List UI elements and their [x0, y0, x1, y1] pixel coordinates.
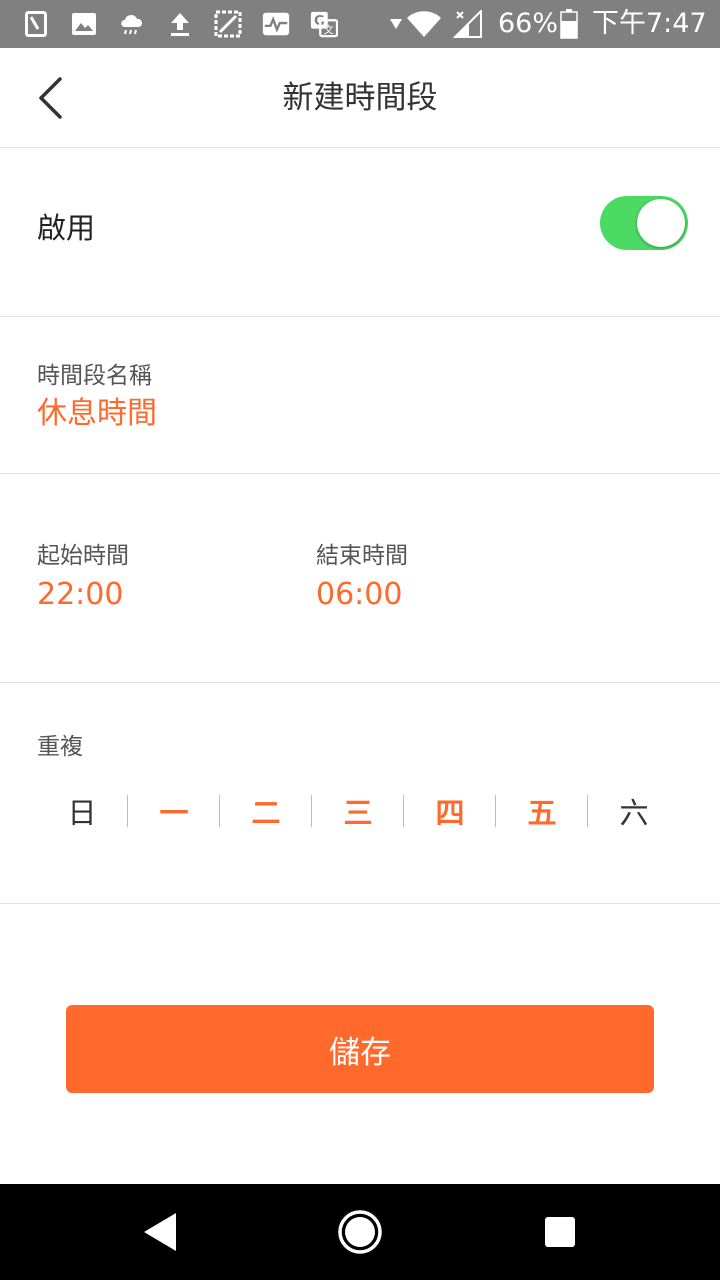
data-arrow-icon: [388, 10, 404, 38]
activity-icon: [262, 10, 290, 38]
translate-icon: G文: [310, 10, 338, 38]
day-wed[interactable]: 三: [312, 789, 404, 833]
screen: G文 66% 下午7:47 新建時間段 啟用 時間段名稱 休息時間 起始時間 2…: [0, 0, 720, 1280]
day-fri[interactable]: 五: [496, 789, 588, 833]
cloud-rain-icon: [118, 10, 146, 38]
day-sun[interactable]: 日: [36, 789, 128, 833]
name-value[interactable]: 休息時間: [37, 395, 157, 433]
day-label: 四: [435, 796, 465, 830]
day-sat[interactable]: 六: [588, 789, 680, 833]
status-bar: G文 66% 下午7:47: [0, 0, 720, 48]
day-label: 五: [527, 796, 557, 830]
end-time-label: 結束時間: [316, 543, 408, 569]
header: 新建時間段: [0, 48, 720, 148]
wifi-icon: [406, 10, 442, 38]
day-selector: 日 一 二 三 四 五 六: [36, 789, 680, 833]
clock: 下午7:47: [592, 8, 707, 39]
day-label: 二: [251, 796, 281, 830]
repeat-row: 重複 日 一 二 三 四 五 六: [0, 683, 720, 904]
nav-home-button[interactable]: [336, 1208, 384, 1256]
repeat-label: 重複: [37, 734, 83, 760]
toggle-track[interactable]: [600, 196, 688, 250]
home-circle-icon: [338, 1210, 382, 1254]
upload-icon: [166, 10, 194, 38]
end-time-value[interactable]: 06:00: [316, 576, 402, 614]
battery-percent: 66%: [498, 8, 559, 39]
day-label: 六: [619, 796, 649, 830]
battery-icon: [558, 9, 580, 39]
crop-icon: [214, 10, 242, 38]
day-mon[interactable]: 一: [128, 789, 220, 833]
nav-bar: [0, 1184, 720, 1280]
recents-square-icon: [545, 1217, 575, 1247]
enable-label: 啟用: [37, 211, 96, 245]
page-title: 新建時間段: [282, 80, 438, 116]
nav-back-button[interactable]: [136, 1208, 184, 1256]
time-row: 起始時間 22:00 結束時間 06:00: [0, 474, 720, 683]
day-label: 三: [343, 796, 373, 830]
day-thu[interactable]: 四: [404, 789, 496, 833]
svg-text:文: 文: [324, 23, 334, 36]
day-tue[interactable]: 二: [220, 789, 312, 833]
signal-icon: [452, 10, 484, 38]
day-label: 日: [67, 796, 97, 830]
image-icon: [70, 10, 98, 38]
day-label: 一: [159, 796, 189, 830]
save-button[interactable]: 儲存: [66, 1005, 654, 1093]
start-time-value[interactable]: 22:00: [37, 576, 123, 614]
toggle-knob: [637, 199, 685, 247]
sim-icon: [22, 10, 50, 38]
back-triangle-icon: [144, 1213, 176, 1251]
enable-toggle[interactable]: [600, 196, 688, 250]
name-row[interactable]: 時間段名稱 休息時間: [0, 317, 720, 474]
start-time-label: 起始時間: [37, 543, 129, 569]
nav-recents-button[interactable]: [536, 1208, 584, 1256]
name-label: 時間段名稱: [37, 363, 152, 389]
